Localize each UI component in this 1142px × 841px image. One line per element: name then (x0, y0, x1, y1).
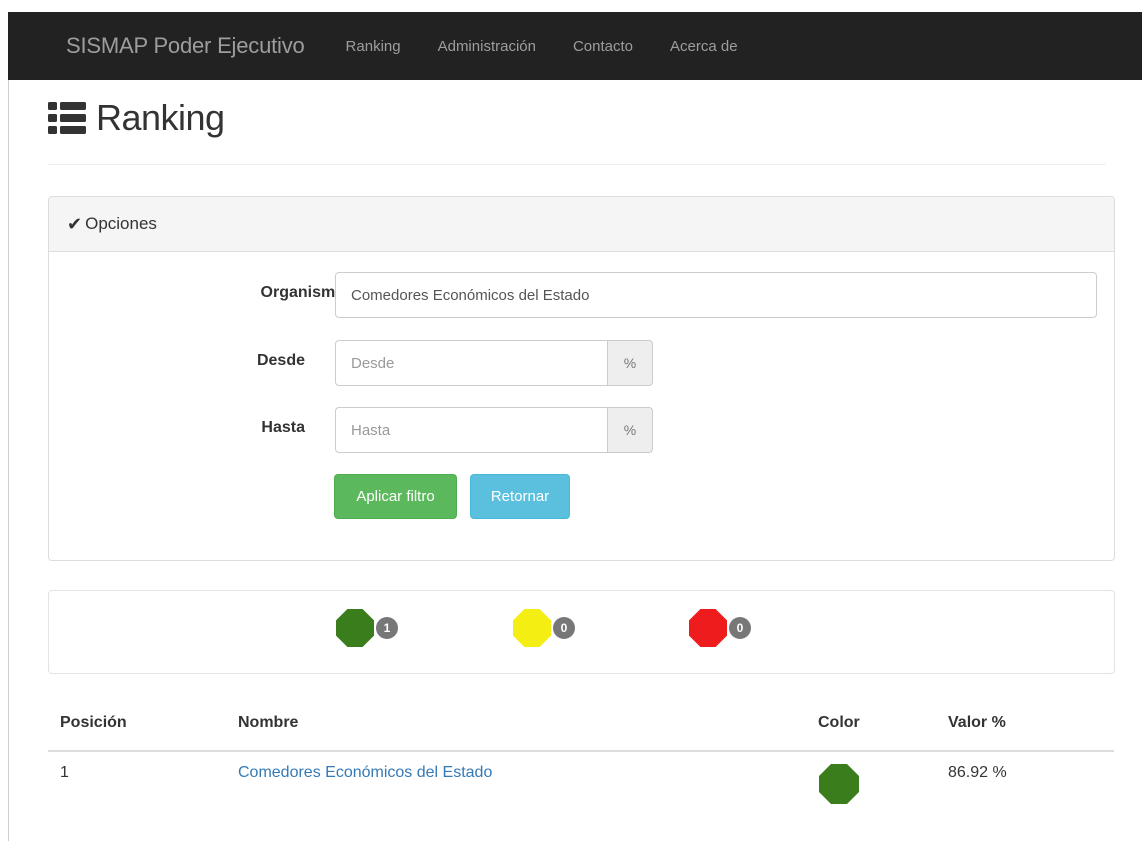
yellow-count-badge: 0 (553, 617, 575, 639)
page-left-border (8, 80, 9, 841)
page-title: Ranking (96, 97, 225, 138)
options-panel-title: Opciones (85, 214, 157, 233)
apply-filter-button[interactable]: Aplicar filtro (334, 474, 457, 519)
red-octagon-icon (689, 609, 727, 647)
yellow-octagon-icon (513, 609, 551, 647)
desde-percent-addon: % (607, 340, 653, 386)
hasta-percent-addon: % (607, 407, 653, 453)
column-header-nombre[interactable]: Nombre (238, 714, 298, 732)
color-legend: 1 0 0 (48, 590, 1115, 674)
list-icon (48, 102, 86, 134)
reset-button[interactable]: Retornar (470, 474, 570, 519)
column-header-color[interactable]: Color (818, 714, 860, 732)
header-divider (48, 164, 1106, 165)
top-navbar: SISMAP Poder Ejecutivo Ranking Administr… (8, 12, 1142, 80)
page-header: Ranking (48, 96, 225, 140)
legend-item-green: 1 (336, 609, 398, 647)
nav-link-administracion[interactable]: Administración (438, 38, 536, 55)
row-color-octagon-icon (819, 764, 859, 804)
column-header-posicion[interactable]: Posición (60, 714, 127, 732)
organismo-label: Organismo (260, 284, 345, 301)
legend-item-yellow: 0 (513, 609, 575, 647)
legend-item-red: 0 (689, 609, 751, 647)
desde-label: Desde (256, 352, 305, 369)
column-header-valor[interactable]: Valor % (948, 714, 1006, 732)
green-octagon-icon (336, 609, 374, 647)
navbar-brand[interactable]: SISMAP Poder Ejecutivo (66, 33, 305, 59)
check-icon: ✔ (67, 213, 83, 234)
nav-link-contacto[interactable]: Contacto (573, 38, 633, 55)
nav-link-acerca-de[interactable]: Acerca de (670, 38, 738, 55)
green-count-badge: 1 (376, 617, 398, 639)
row-name-link[interactable]: Comedores Económicos del Estado (238, 764, 492, 782)
options-panel: ✔ Opciones Organismo Comedores Económico… (48, 196, 1115, 561)
hasta-input-group: Hasta % (335, 407, 653, 453)
desde-input-group: Desde % (335, 340, 653, 386)
organismo-input[interactable]: Comedores Económicos del Estado (335, 272, 1097, 318)
hasta-label: Hasta (261, 419, 305, 436)
hasta-input[interactable]: Hasta (335, 407, 607, 453)
nav-link-ranking[interactable]: Ranking (346, 38, 401, 55)
red-count-badge: 0 (729, 617, 751, 639)
row-position: 1 (60, 764, 69, 781)
options-panel-heading: ✔ Opciones (49, 197, 1114, 252)
organismo-input-value: Comedores Económicos del Estado (351, 286, 590, 304)
row-value: 86.92 % (948, 764, 1007, 781)
table-header-divider (48, 750, 1114, 752)
desde-input[interactable]: Desde (335, 340, 607, 386)
